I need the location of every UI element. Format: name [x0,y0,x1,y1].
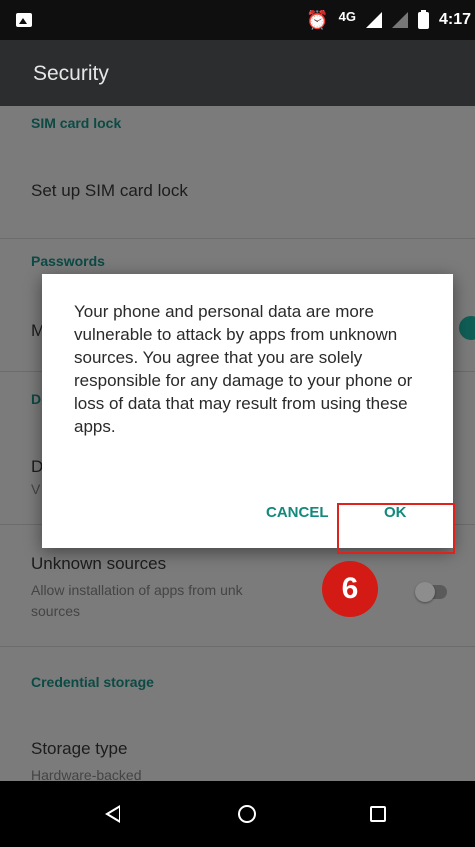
setting-unknown-sources-summary-2: sources [31,603,81,619]
app-toolbar: Security [0,40,475,106]
navigation-bar [0,781,475,847]
ok-button-highlight [337,503,455,554]
alarm-icon: ⏰ [306,9,329,30]
recents-icon[interactable] [370,806,386,822]
gallery-icon [16,13,32,27]
status-bar: ⏰ 4G 4:17 [0,0,475,40]
home-icon[interactable] [238,805,256,823]
signal-empty-icon [391,12,408,28]
setting-storage-type-value: Hardware-backed [31,767,142,781]
setting-storage-type[interactable]: Storage type [31,739,127,759]
signal-icon [365,12,382,28]
category-passwords: Passwords [31,253,105,269]
make-passwords-visible-toggle[interactable] [459,316,475,340]
status-icons: ⏰ 4G 4:17 [306,8,471,32]
unknown-sources-toggle[interactable] [415,582,435,602]
network-type: 4G [338,8,356,24]
cancel-button[interactable]: CANCEL [266,504,329,521]
divider [0,646,475,647]
back-icon[interactable] [105,805,120,823]
setting-device-administrators-summary: V [31,481,41,497]
setting-set-up-sim-card-lock[interactable]: Set up SIM card lock [31,181,188,201]
divider [0,238,475,239]
setting-unknown-sources-summary: Allow installation of apps from unk [31,582,243,598]
clock: 4:17 [438,11,471,28]
battery-icon [417,9,429,29]
category-device-administration: D [31,391,42,407]
step-number-badge: 6 [322,561,378,617]
dialog-message: Your phone and personal data are more vu… [74,302,413,436]
setting-unknown-sources[interactable]: Unknown sources [31,554,166,574]
category-credential-storage: Credential storage [31,674,154,690]
page-title: Security [33,62,109,85]
category-sim-card-lock: SIM card lock [31,115,122,131]
